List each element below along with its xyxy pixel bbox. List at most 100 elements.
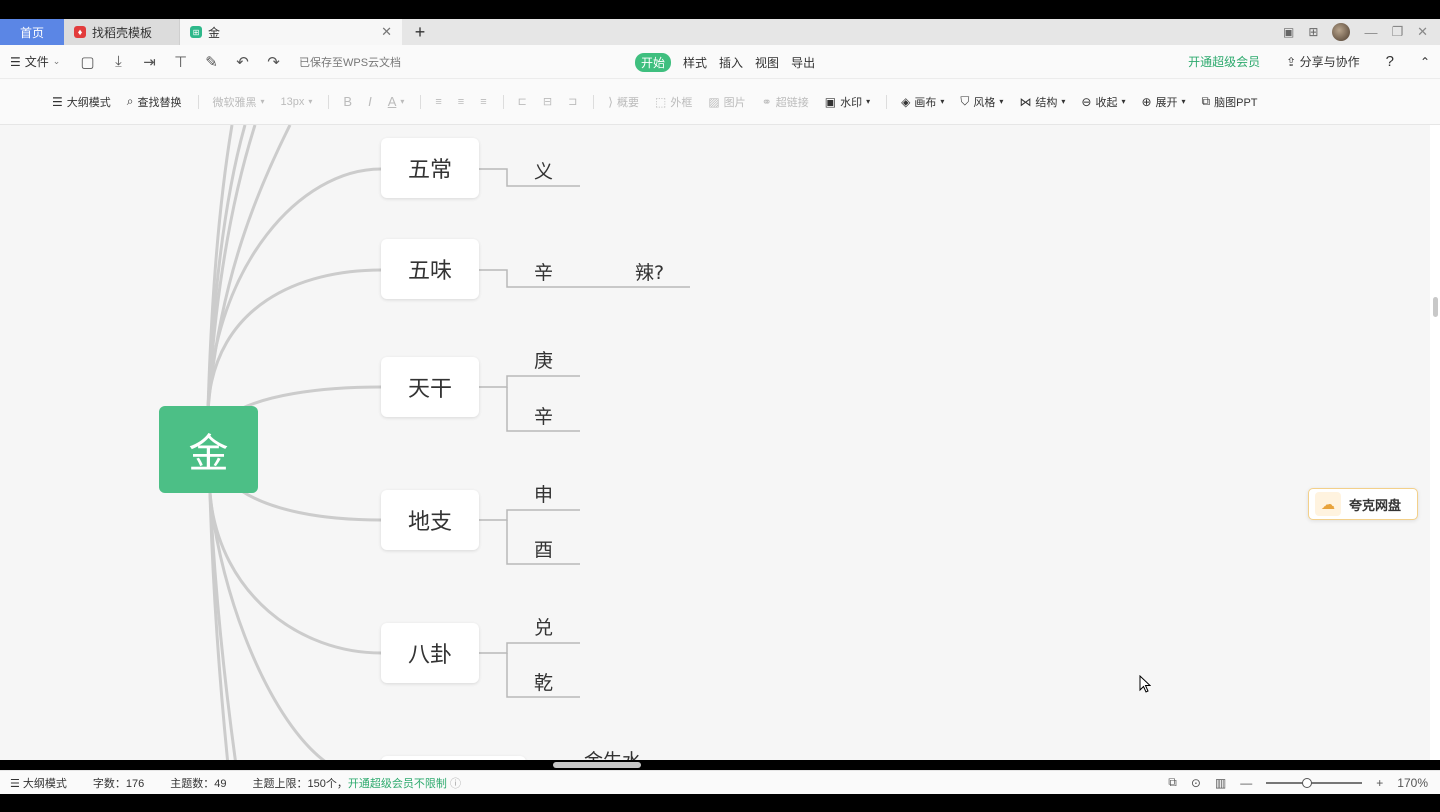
topic-node-wuwei[interactable]: 五味: [381, 239, 479, 299]
font-size-select[interactable]: 13px ▾: [281, 96, 313, 108]
tab-document[interactable]: ⊞ 金 ✕: [180, 19, 402, 45]
divider: [886, 94, 888, 109]
ribbon-tab-start[interactable]: 开始: [635, 53, 672, 72]
zoom-slider[interactable]: [1266, 777, 1363, 788]
ribbon-tab-style[interactable]: 样式: [683, 54, 707, 71]
watermark-label: 水印: [840, 96, 863, 109]
style-button[interactable]: ⛉ 风格 ▾: [960, 94, 1003, 110]
file-menu[interactable]: ☰ 文件 ⌄: [0, 53, 72, 70]
quark-drive-widget[interactable]: ☁ 夸克网盘: [1308, 488, 1418, 520]
tab-home-label: 首页: [19, 25, 44, 40]
font-family-value: 微软雅黑: [212, 96, 257, 109]
zoom-level[interactable]: 170%: [1397, 776, 1428, 790]
divider: [197, 94, 199, 109]
map-icon[interactable]: ▥: [1215, 776, 1226, 790]
align-left-icon[interactable]: ≡: [435, 96, 441, 108]
topic-node-partial[interactable]: [381, 756, 526, 760]
link-button[interactable]: ⚭ 超链接: [762, 94, 809, 110]
tab-templates[interactable]: ♦ 找稻壳模板: [64, 19, 180, 45]
fit-view-icon[interactable]: ⧉: [1168, 775, 1177, 790]
export-icon[interactable]: ⇥: [134, 53, 165, 71]
save-icon[interactable]: ▢: [72, 53, 103, 71]
subtopic-xin[interactable]: 辛: [534, 258, 553, 285]
subtopic-la[interactable]: 辣?: [635, 258, 664, 285]
horizontal-scroll-thumb[interactable]: [553, 762, 641, 768]
chevron-down-icon: ▾: [308, 97, 313, 106]
expand-button[interactable]: ⊕ 展开 ▾: [1141, 94, 1185, 110]
collapse-button[interactable]: ⊖ 收起 ▾: [1081, 94, 1125, 110]
root-node[interactable]: 金: [159, 406, 258, 493]
subtopic-yi[interactable]: 义: [534, 157, 553, 184]
ribbon-tab-export[interactable]: 导出: [791, 54, 815, 71]
zoom-slider-knob[interactable]: [1302, 777, 1313, 788]
align-center-icon[interactable]: ≡: [458, 96, 464, 108]
font-color-button[interactable]: A ▾: [388, 94, 405, 109]
topic-limit-text: 主题上限：150个，: [252, 777, 348, 790]
font-family-select[interactable]: 微软雅黑 ▾: [213, 94, 265, 110]
insert-parent-icon[interactable]: ⊐: [568, 95, 577, 108]
minimize-icon[interactable]: —: [1364, 25, 1377, 40]
ribbon-tab-insert[interactable]: 插入: [719, 54, 743, 71]
avatar[interactable]: [1332, 23, 1351, 41]
topic-node-dizhi[interactable]: 地支: [381, 490, 479, 550]
zoom-in-icon[interactable]: +: [1376, 776, 1383, 790]
subtopic-shen[interactable]: 申: [534, 480, 553, 507]
topic-node-tiangan[interactable]: 天干: [381, 357, 479, 417]
help-icon[interactable]: ?: [1386, 53, 1394, 70]
tab-home[interactable]: 首页: [0, 19, 64, 45]
outline-mode-button[interactable]: ☰ 大纲模式: [52, 94, 111, 110]
insert-sibling-icon[interactable]: ⊟: [543, 95, 552, 108]
bold-button[interactable]: B: [343, 94, 352, 109]
find-replace-button[interactable]: ⌕ 查找替换: [127, 94, 182, 110]
mindmap-ppt-label: 脑图PPT: [1214, 96, 1258, 109]
subtopic-qian[interactable]: 乾: [534, 668, 553, 695]
vertical-scroll-thumb[interactable]: [1433, 297, 1438, 317]
pen-icon[interactable]: ✎: [196, 53, 227, 71]
new-tab-button[interactable]: +: [402, 19, 438, 45]
summary-button[interactable]: ⟩ 概要: [608, 94, 639, 110]
italic-button[interactable]: I: [368, 94, 372, 109]
chevron-down-icon: ▾: [940, 97, 945, 106]
locate-icon[interactable]: ⊙: [1191, 776, 1201, 790]
topic-node-bagua[interactable]: 八卦: [381, 623, 479, 683]
outline-mode-status[interactable]: ☰ 大纲模式: [10, 775, 67, 791]
insert-child-icon[interactable]: ⊏: [518, 95, 527, 108]
mindmap-ppt-button[interactable]: ⧉ 脑图PPT: [1202, 94, 1258, 110]
topic-node-wuchang[interactable]: 五常: [381, 138, 479, 198]
close-window-icon[interactable]: ✕: [1417, 24, 1428, 40]
subtopic-you[interactable]: 酉: [534, 535, 553, 562]
hamburger-icon: ☰: [10, 54, 21, 69]
collapse-ribbon-icon[interactable]: ⌃: [1420, 55, 1430, 69]
undo-icon[interactable]: ↶: [227, 53, 258, 71]
ribbon-tab-view[interactable]: 视图: [755, 54, 779, 71]
frame-button[interactable]: ⬚ 外框: [655, 94, 692, 110]
paint-bucket-icon: ◈: [901, 94, 911, 109]
divider: [593, 94, 595, 109]
subtopic-xin-2[interactable]: 辛: [534, 402, 553, 429]
zoom-out-icon[interactable]: —: [1240, 776, 1252, 790]
canvas-button[interactable]: ◈ 画布 ▾: [901, 94, 944, 110]
download-icon[interactable]: ⤓: [103, 53, 134, 70]
watermark-button[interactable]: ▣ 水印 ▾: [825, 94, 870, 110]
chevron-down-icon: ▾: [260, 97, 265, 106]
subtopic-geng[interactable]: 庚: [534, 346, 553, 373]
vertical-scrollbar[interactable]: [1430, 125, 1440, 760]
vip-link[interactable]: 开通超级会员: [1188, 53, 1260, 70]
apps-grid-icon[interactable]: ⊞: [1308, 25, 1318, 39]
image-icon: ▨: [708, 94, 720, 109]
upgrade-link[interactable]: 开通超级会员不限制: [348, 778, 447, 790]
subtopic-dui[interactable]: 兑: [534, 613, 553, 640]
structure-button[interactable]: ⋈ 结构 ▾: [1019, 94, 1065, 110]
image-button[interactable]: ▨ 图片: [708, 94, 745, 110]
restore-icon[interactable]: ❐: [1391, 24, 1403, 40]
subtopic-partial[interactable]: 金生水: [584, 746, 641, 760]
info-icon[interactable]: ⓘ: [450, 778, 461, 790]
format-painter-icon[interactable]: ⊤: [165, 53, 196, 71]
expand-label: 展开: [1155, 96, 1178, 109]
redo-icon[interactable]: ↷: [258, 53, 289, 71]
close-tab-icon[interactable]: ✕: [381, 24, 392, 40]
mindmap-canvas[interactable]: 金 五常 义 五味 辛 辣? 天干 庚 辛 地支 申 酉 八卦 兑 乾 金生水: [0, 125, 1430, 760]
share-button[interactable]: ⇪ 分享与协作: [1286, 53, 1359, 70]
align-right-icon[interactable]: ≡: [480, 96, 486, 108]
window-layout-icon[interactable]: ▣: [1283, 25, 1294, 39]
